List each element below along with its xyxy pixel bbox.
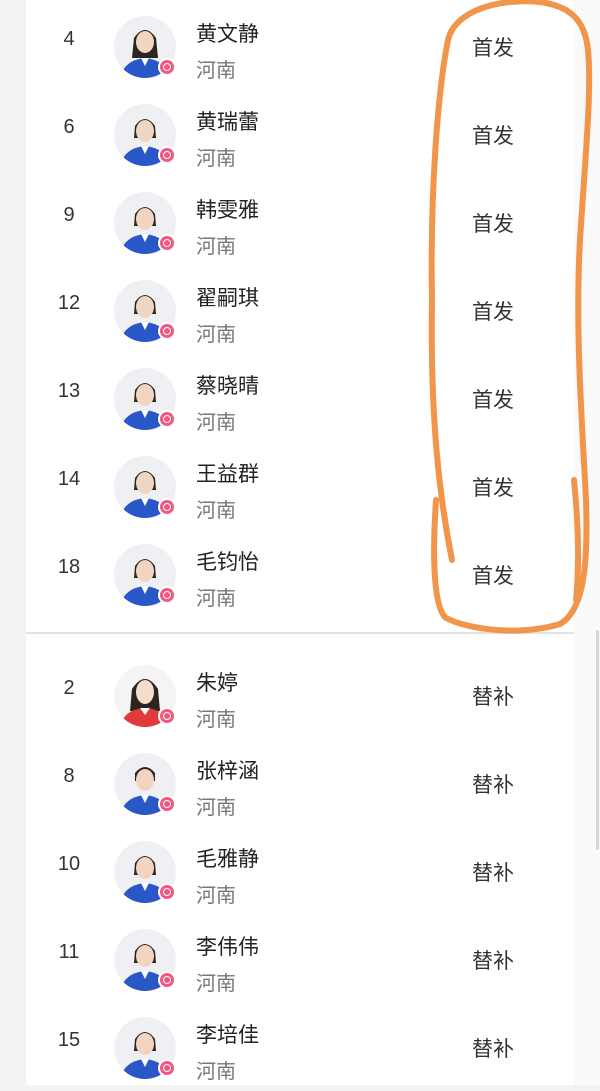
player-team: 河南 <box>196 1059 236 1083</box>
roster-row[interactable]: 12 翟嗣琪 河南 首发 <box>26 266 574 354</box>
roster-row[interactable]: 15 李培佳 河南 替补 <box>26 1003 574 1091</box>
roster-row[interactable]: 18 毛钧怡 河南 首发 <box>26 530 574 618</box>
roster-row[interactable]: 11 李伟伟 河南 替补 <box>26 915 574 1003</box>
player-role: 首发 <box>472 476 514 500</box>
badge-icon <box>158 322 176 340</box>
jersey-number: 8 <box>63 765 75 787</box>
roster-row[interactable]: 6 黄瑞蕾 河南 首发 <box>26 90 574 178</box>
player-team: 河南 <box>196 971 236 995</box>
jersey-number: 18 <box>57 556 81 578</box>
player-role: 首发 <box>472 124 514 148</box>
jersey-number: 6 <box>63 116 75 138</box>
player-name: 毛钧怡 <box>196 550 259 574</box>
player-role: 首发 <box>472 564 514 588</box>
player-role: 替补 <box>472 861 514 885</box>
badge-icon <box>158 707 176 725</box>
player-role: 首发 <box>472 300 514 324</box>
jersey-number: 13 <box>57 380 81 402</box>
player-name: 黄文静 <box>196 22 259 46</box>
player-role: 首发 <box>472 212 514 236</box>
player-team: 河南 <box>196 498 236 522</box>
player-role: 首发 <box>472 388 514 412</box>
badge-icon <box>158 1059 176 1077</box>
section-divider <box>26 632 574 634</box>
badge-icon <box>158 795 176 813</box>
badge-icon <box>158 971 176 989</box>
player-team: 河南 <box>196 707 236 731</box>
roster-row[interactable]: 8 张梓涵 河南 替补 <box>26 739 574 827</box>
player-team: 河南 <box>196 322 236 346</box>
jersey-number: 11 <box>58 941 80 963</box>
player-name: 蔡晓晴 <box>196 374 259 398</box>
jersey-number: 14 <box>57 468 81 490</box>
scrollbar[interactable] <box>596 630 599 850</box>
player-team: 河南 <box>196 883 236 907</box>
roster-row[interactable]: 13 蔡晓晴 河南 首发 <box>26 354 574 442</box>
jersey-number: 12 <box>57 292 81 314</box>
player-role: 首发 <box>472 36 514 60</box>
jersey-number: 4 <box>63 28 75 50</box>
roster-row[interactable]: 10 毛雅静 河南 替补 <box>26 827 574 915</box>
jersey-number: 15 <box>57 1029 81 1051</box>
roster-row[interactable]: 2 朱婷 河南 替补 <box>26 651 574 739</box>
player-name: 李伟伟 <box>196 935 259 959</box>
player-name: 张梓涵 <box>196 759 259 783</box>
player-name: 黄瑞蕾 <box>196 110 259 134</box>
roster-row[interactable]: 9 韩雯雅 河南 首发 <box>26 178 574 266</box>
jersey-number: 9 <box>63 204 75 226</box>
jersey-number: 10 <box>57 853 81 875</box>
badge-icon <box>158 498 176 516</box>
player-role: 替补 <box>472 685 514 709</box>
player-team: 河南 <box>196 234 236 258</box>
badge-icon <box>158 586 176 604</box>
player-role: 替补 <box>472 773 514 797</box>
player-role: 替补 <box>472 949 514 973</box>
badge-icon <box>158 234 176 252</box>
player-name: 朱婷 <box>196 671 238 695</box>
player-name: 王益群 <box>196 462 259 486</box>
badge-icon <box>158 410 176 428</box>
jersey-number: 2 <box>63 677 75 699</box>
player-team: 河南 <box>196 58 236 82</box>
player-team: 河南 <box>196 586 236 610</box>
player-name: 李培佳 <box>196 1023 259 1047</box>
player-team: 河南 <box>196 410 236 434</box>
player-role: 替补 <box>472 1037 514 1061</box>
player-team: 河南 <box>196 795 236 819</box>
player-name: 韩雯雅 <box>196 198 259 222</box>
badge-icon <box>158 58 176 76</box>
roster-row[interactable]: 4 黄文静 河南 首发 <box>26 2 574 90</box>
player-name: 翟嗣琪 <box>196 286 259 310</box>
player-name: 毛雅静 <box>196 847 259 871</box>
badge-icon <box>158 883 176 901</box>
roster-row[interactable]: 14 王益群 河南 首发 <box>26 442 574 530</box>
badge-icon <box>158 146 176 164</box>
right-edge <box>574 0 600 1085</box>
roster-card: 4 黄文静 河南 首发 6 黄瑞蕾 河南 首发 9 韩雯雅 河南 首发 12 翟… <box>26 0 574 1085</box>
player-team: 河南 <box>196 146 236 170</box>
